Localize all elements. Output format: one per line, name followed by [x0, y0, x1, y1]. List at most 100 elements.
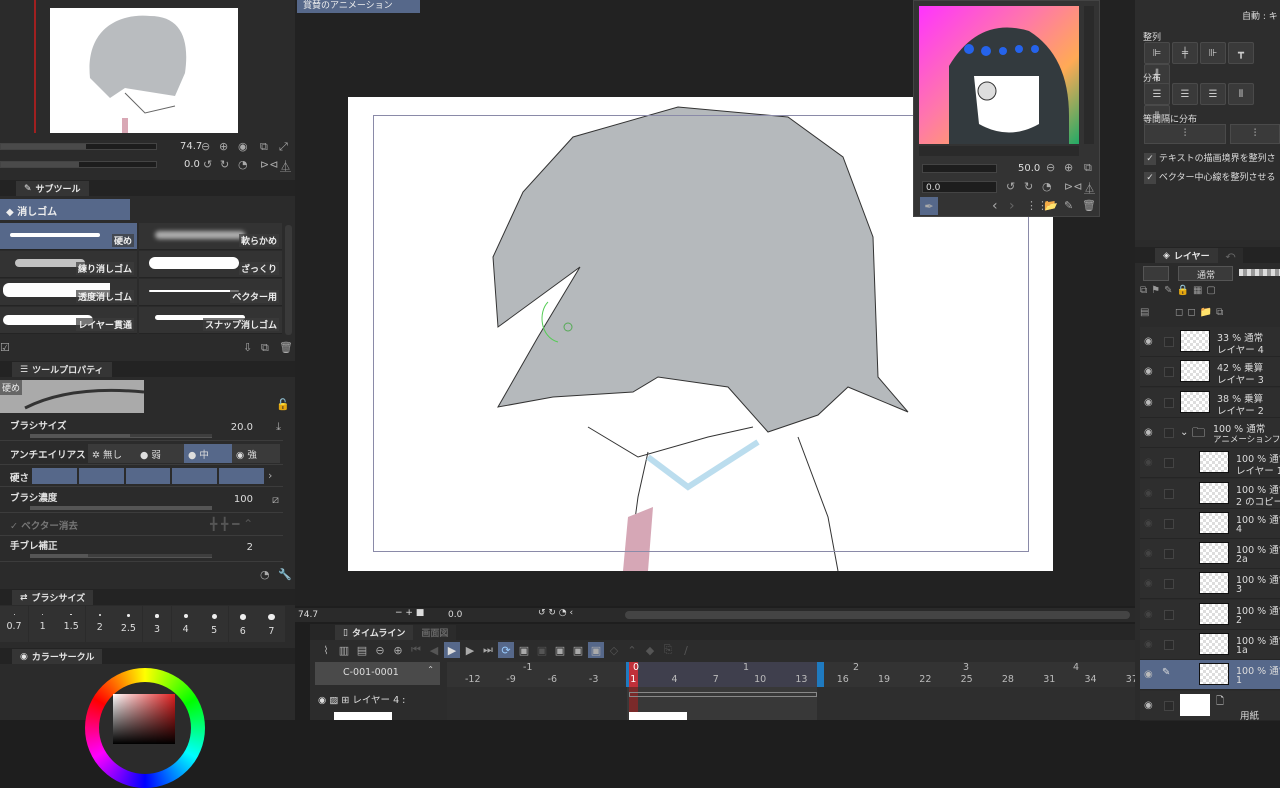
- cel-edit-icon[interactable]: ⎘: [660, 642, 676, 658]
- brush-size-preset[interactable]: 1.5: [57, 606, 86, 642]
- rotate-left-icon[interactable]: ↺: [203, 158, 212, 171]
- reset-icon[interactable]: ◔: [260, 568, 270, 581]
- brush-snap[interactable]: スナップ消しゴム: [139, 307, 282, 334]
- brush-size-preset[interactable]: 4: [171, 606, 200, 642]
- track-layer-4[interactable]: ◉ ▨ ⊞ レイヤー 4 :: [318, 692, 443, 706]
- canvas-hscrollbar[interactable]: [625, 611, 1130, 619]
- cel-selector[interactable]: C-001-0001 ⌃: [315, 662, 440, 685]
- eye-icon[interactable]: ◉: [1144, 336, 1153, 347]
- nav-rotate-slider[interactable]: [0, 161, 157, 168]
- layer-row[interactable]: ◉ 33 % 通常 レイヤー 4: [1140, 327, 1280, 357]
- new-timeline-icon[interactable]: ▥: [336, 642, 352, 658]
- navigator-vscroll[interactable]: [1084, 6, 1094, 144]
- eye-icon[interactable]: ◉: [1144, 700, 1153, 711]
- density-slider[interactable]: [30, 506, 212, 510]
- navigator-hscroll[interactable]: [919, 146, 1079, 156]
- distribute-middle-button[interactable]: ☰: [1172, 83, 1198, 105]
- mask-icon[interactable]: ▢: [1206, 285, 1219, 296]
- eye-icon[interactable]: ◉: [1144, 397, 1153, 408]
- tab-history[interactable]: ⤺: [1217, 248, 1244, 263]
- chevron-left-icon[interactable]: ‹: [992, 198, 998, 214]
- brush-size-preset[interactable]: 6: [228, 606, 257, 642]
- onion-skin-icon[interactable]: ▣: [570, 642, 586, 658]
- align-top-button[interactable]: ┳: [1228, 42, 1254, 64]
- layer-row[interactable]: ◉ 42 % 乗算 レイヤー 3: [1140, 357, 1280, 388]
- layer-lock-checkbox[interactable]: [1164, 549, 1174, 560]
- eye-icon[interactable]: ◉: [1144, 609, 1153, 620]
- first-frame-icon[interactable]: ⏮: [408, 642, 424, 658]
- density-value[interactable]: 100: [234, 494, 253, 505]
- layer-row[interactable]: ◉ 38 % 乗算 レイヤー 2: [1140, 387, 1280, 418]
- chevron-right-icon[interactable]: ›: [268, 469, 272, 482]
- canvas-tab[interactable]: 賞賛のアニメーション: [297, 0, 420, 13]
- blend-mode-select[interactable]: 通常: [1178, 266, 1233, 281]
- prev-frame-icon[interactable]: ◀: [426, 642, 442, 658]
- layer-row[interactable]: ◉100 % 通常2a: [1140, 539, 1280, 570]
- layer-lock-checkbox[interactable]: [1164, 518, 1174, 529]
- clip-icon[interactable]: ⧉: [1140, 285, 1151, 296]
- folder-icon[interactable]: 📂: [1044, 199, 1058, 212]
- vector-erase-checkbox[interactable]: ✓ ベクター消去: [10, 518, 78, 532]
- zoom-out-icon[interactable]: ⊖: [1046, 161, 1055, 174]
- import-icon[interactable]: ⇩: [243, 341, 252, 354]
- brush-size-preset[interactable]: 7: [257, 606, 286, 642]
- stabilization-slider[interactable]: [30, 554, 212, 558]
- antialias-weak[interactable]: ● 弱: [136, 444, 184, 463]
- flip-horizontal-icon[interactable]: ⊳⊲: [260, 158, 278, 171]
- paper-layer-row[interactable]: ◉ 🗋 用紙: [1140, 690, 1280, 722]
- zoom-in-icon[interactable]: ⊕: [390, 642, 406, 658]
- nav-zoom-slider[interactable]: [0, 143, 157, 150]
- brush-size-preset[interactable]: 2.5: [114, 606, 143, 642]
- next-frame-icon[interactable]: ▶: [462, 642, 478, 658]
- align-left-button[interactable]: ⊫: [1144, 42, 1170, 64]
- lock-icon[interactable]: 🔓: [276, 398, 290, 411]
- fit-icon[interactable]: ◉: [238, 140, 248, 153]
- wrench-icon[interactable]: 🔧: [278, 568, 292, 581]
- eye-icon[interactable]: ◉: [1144, 457, 1153, 468]
- eye-icon[interactable]: ◉: [1144, 669, 1153, 680]
- tab-tool-property[interactable]: ☰ ツールプロパティ: [12, 362, 112, 377]
- brush-rough[interactable]: ざっくり: [139, 251, 282, 278]
- layer-lock-checkbox[interactable]: [1164, 640, 1174, 650]
- brush-size-value[interactable]: 20.0: [231, 422, 253, 433]
- opacity-slider[interactable]: [1239, 269, 1280, 276]
- layer-row[interactable]: ◉ ✎ 100 % 通常1: [1140, 660, 1280, 691]
- timeline-ruler[interactable]: -12 -9 -6 -3 1 4 7 10 13 16 19 22 25 28 31 34 37 -1 0 1 2 3 4: [447, 662, 1138, 687]
- duplicate-icon[interactable]: ⧉: [261, 341, 269, 355]
- brush-soft[interactable]: 軟らかめ: [139, 223, 282, 250]
- brush-size-preset[interactable]: 5: [200, 606, 229, 642]
- graph-icon[interactable]: ⌇: [318, 642, 334, 658]
- cel-thumb[interactable]: [629, 712, 687, 720]
- reset-rotation-icon[interactable]: ◔: [238, 158, 248, 171]
- edit-icon[interactable]: ✎: [1064, 199, 1073, 212]
- chevron-right-icon[interactable]: ›: [1009, 198, 1015, 214]
- color-wheel[interactable]: [85, 668, 205, 788]
- layer-lock-checkbox[interactable]: [1164, 367, 1174, 378]
- eyedropper-icon[interactable]: ✒: [920, 197, 938, 215]
- zoom-out-icon[interactable]: ⊖: [372, 642, 388, 658]
- brush-hard[interactable]: 硬め: [0, 223, 137, 250]
- status-rotation[interactable]: 0.0: [448, 610, 462, 620]
- antialias-none[interactable]: ✲ 無し: [88, 444, 136, 463]
- eye-icon[interactable]: ◉: [1144, 488, 1153, 499]
- brush-size-slider[interactable]: [30, 434, 212, 438]
- light-table-icon[interactable]: ▣: [588, 642, 604, 658]
- brush-transparency[interactable]: 透度消しゴム: [0, 279, 137, 306]
- play-range[interactable]: [627, 662, 817, 687]
- reference-icon[interactable]: ⚑: [1151, 285, 1164, 296]
- eye-icon[interactable]: ◉: [1144, 366, 1153, 377]
- brush-kneaded[interactable]: 練り消しゴム: [0, 251, 137, 278]
- layer-lock-checkbox[interactable]: [1164, 397, 1174, 408]
- option-text-bounds[interactable]: ✓ テキストの描画境界を整列さ: [1144, 151, 1276, 165]
- distribute-left-button[interactable]: ⫴: [1228, 83, 1254, 105]
- tab-brush-size[interactable]: ⇄ ブラシサイズ: [12, 590, 94, 605]
- keyframe-fill-icon[interactable]: ◆: [642, 642, 658, 658]
- zoom-in-icon[interactable]: ⊕: [1064, 161, 1073, 174]
- layer-row[interactable]: ◉100 % 通常レイヤー 1: [1140, 448, 1280, 479]
- distribute-bottom-button[interactable]: ☰: [1200, 83, 1226, 105]
- stabilization-value[interactable]: 2: [247, 542, 253, 553]
- flip-horizontal-icon[interactable]: ⊳⊲: [1064, 180, 1082, 193]
- brush-size-preset[interactable]: 2: [85, 606, 114, 642]
- tab-timeline[interactable]: ▯ タイムライン: [335, 625, 414, 640]
- fit-icon[interactable]: ⧉: [1084, 161, 1092, 175]
